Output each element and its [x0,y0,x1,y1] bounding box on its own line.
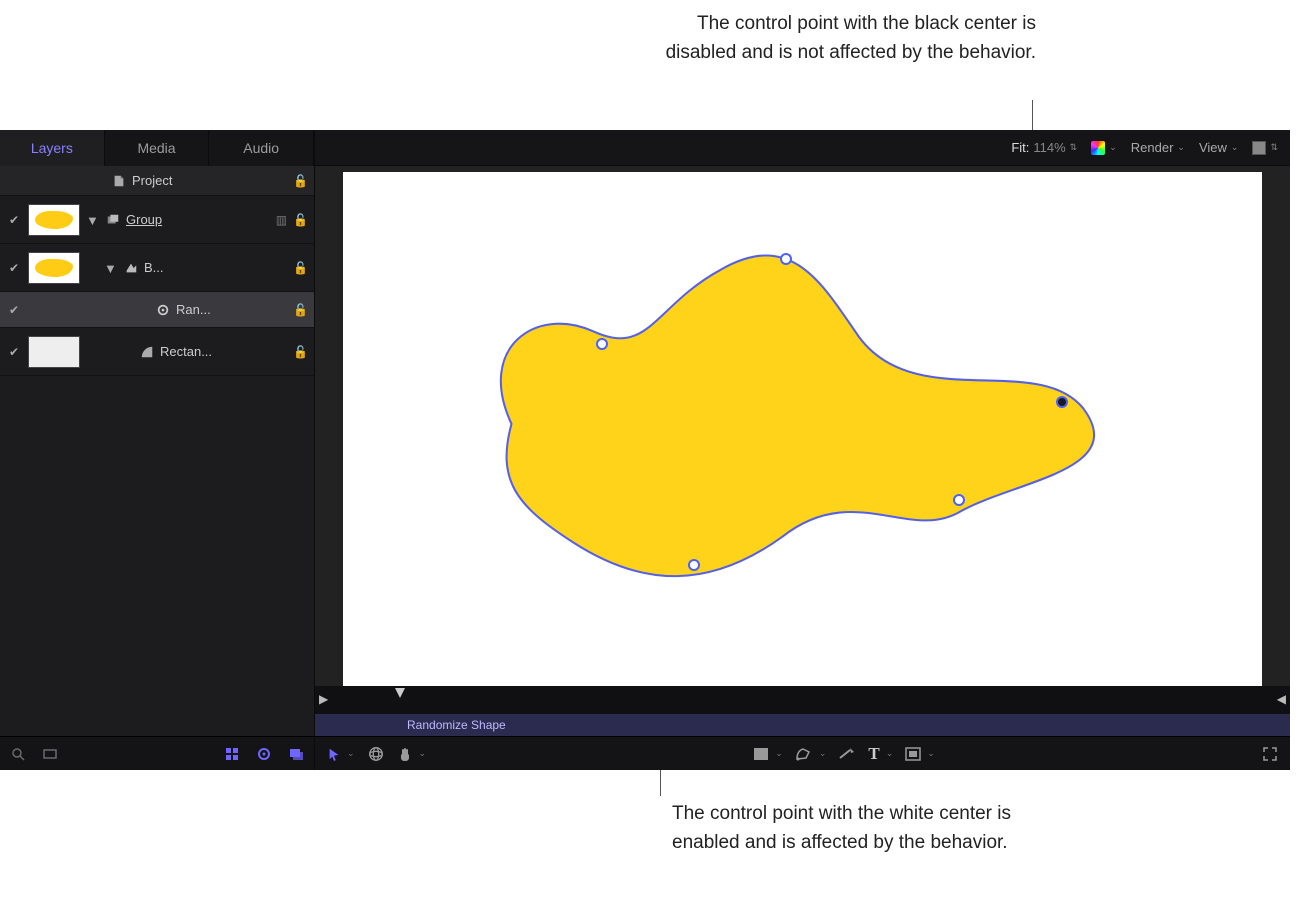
control-point-enabled[interactable] [953,494,965,506]
layout-swatch-icon [1252,141,1266,155]
layer-list: Project 🔓 ✔ ▼ Group ▥ 🔓 ✔ [0,166,314,736]
visibility-checkbox[interactable]: ✔ [6,212,22,228]
layer-row-project[interactable]: Project 🔓 [0,166,314,196]
visibility-checkbox[interactable]: ✔ [6,260,22,276]
control-point-enabled[interactable] [596,338,608,350]
lock-icon[interactable]: 🔓 [293,213,308,227]
control-point-enabled[interactable] [780,253,792,265]
gear-icon [156,303,170,317]
rectangle-tool[interactable]: ⌄ [753,747,783,761]
bezier-shape[interactable] [343,172,1262,686]
stepper-icon: ⇅ [1270,142,1278,153]
chevron-down-icon: ⌄ [927,748,935,759]
fullscreen-toggle[interactable] [1262,746,1278,762]
chevron-down-icon[interactable]: ▼ [86,213,100,227]
behaviors-icon[interactable] [256,746,272,762]
color-channels[interactable]: ⌄ [1091,141,1117,155]
group-icon [106,213,120,227]
visibility-checkbox[interactable]: ✔ [6,302,22,318]
playhead[interactable] [395,688,405,700]
zoom-fit[interactable]: Fit: 114% ⇅ [1011,140,1077,155]
chevron-down-icon: ⌄ [886,748,894,759]
pen-tool[interactable]: ⌄ [795,746,827,762]
layer-label: Group [126,212,270,227]
frame-icon[interactable] [42,746,58,762]
select-tool[interactable]: ⌄ [327,747,355,761]
tab-audio[interactable]: Audio [209,130,314,166]
tab-layers[interactable]: Layers [0,130,105,166]
filters-icon[interactable] [224,746,240,762]
layer-label: Rectan... [160,344,287,359]
sidebar-footer [0,736,314,770]
mask-tool[interactable]: ⌄ [905,747,935,761]
main-area: Fit: 114% ⇅ ⌄ Render⌄ View⌄ ⇅ [315,130,1290,770]
layer-label: Ran... [176,302,287,317]
chevron-down-icon: ⌄ [347,748,355,759]
chevron-down-icon[interactable]: ▼ [104,261,118,275]
canvas-wrap [315,166,1290,686]
timeline-clip-label: Randomize Shape [407,718,506,732]
mask-icon [140,345,154,359]
layer-thumbnail [28,204,80,236]
visibility-checkbox[interactable]: ✔ [6,344,22,360]
paint-stroke-tool[interactable] [838,747,856,761]
callout-top: The control point with the black center … [636,10,1036,67]
chevron-down-icon: ⌄ [1231,142,1239,153]
tab-media[interactable]: Media [105,130,210,166]
layer-row-rectangle[interactable]: ✔ Rectan... 🔓 [0,328,314,376]
layout-menu[interactable]: ⇅ [1252,141,1278,155]
layer-label: Project [132,173,287,188]
layer-row-behavior[interactable]: ✔ Ran... 🔓 [0,292,314,328]
layer-thumbnail [28,252,80,284]
lock-icon[interactable]: 🔓 [293,345,308,359]
chevron-down-icon: ⌄ [819,748,827,759]
out-point-icon[interactable]: ◀ [1277,692,1286,706]
rgb-swatch-icon [1091,141,1105,155]
layer-row-shape[interactable]: ✔ ▼ B... 🔓 [0,244,314,292]
chevron-down-icon: ⌄ [419,748,427,759]
control-point-enabled[interactable] [688,559,700,571]
render-menu[interactable]: Render⌄ [1131,140,1185,155]
stacks-icon[interactable] [288,746,304,762]
layer-label: B... [144,260,287,275]
app-window: Layers Media Audio Project 🔓 ✔ ▼ Group [0,130,1290,770]
project-icon [112,174,126,188]
sidebar-tabs: Layers Media Audio [0,130,314,166]
mini-timeline[interactable]: ▶ ◀ [315,686,1290,714]
transform-3d-tool[interactable] [367,745,385,763]
control-point-disabled[interactable] [1056,396,1068,408]
hand-tool[interactable]: ⌄ [397,746,427,762]
timeline-clip[interactable]: Randomize Shape [315,714,1290,736]
layer-thumbnail [28,336,80,368]
viewer-toolbar: Fit: 114% ⇅ ⌄ Render⌄ View⌄ ⇅ [315,130,1290,166]
canvas-toolbar: ⌄ ⌄ ⌄ ⌄ [315,736,1290,770]
shape-icon [124,261,138,275]
view-menu[interactable]: View⌄ [1199,140,1239,155]
chevron-down-icon: ⌄ [1109,142,1117,153]
stepper-icon: ⇅ [1070,142,1078,153]
layer-row-group[interactable]: ✔ ▼ Group ▥ 🔓 [0,196,314,244]
canvas[interactable] [343,172,1262,686]
chevron-down-icon: ⌄ [1177,142,1185,153]
lock-icon[interactable]: 🔓 [293,261,308,275]
chevron-down-icon: ⌄ [775,748,783,759]
lock-icon[interactable]: 🔓 [293,303,308,317]
in-point-icon[interactable]: ▶ [319,692,328,706]
lock-icon[interactable]: 🔓 [293,174,308,188]
callout-bottom: The control point with the white center … [672,800,1072,857]
search-icon[interactable] [10,746,26,762]
sidebar: Layers Media Audio Project 🔓 ✔ ▼ Group [0,130,315,770]
pass-through-icon[interactable]: ▥ [276,213,287,227]
text-tool[interactable]: T ⌄ [868,744,893,764]
